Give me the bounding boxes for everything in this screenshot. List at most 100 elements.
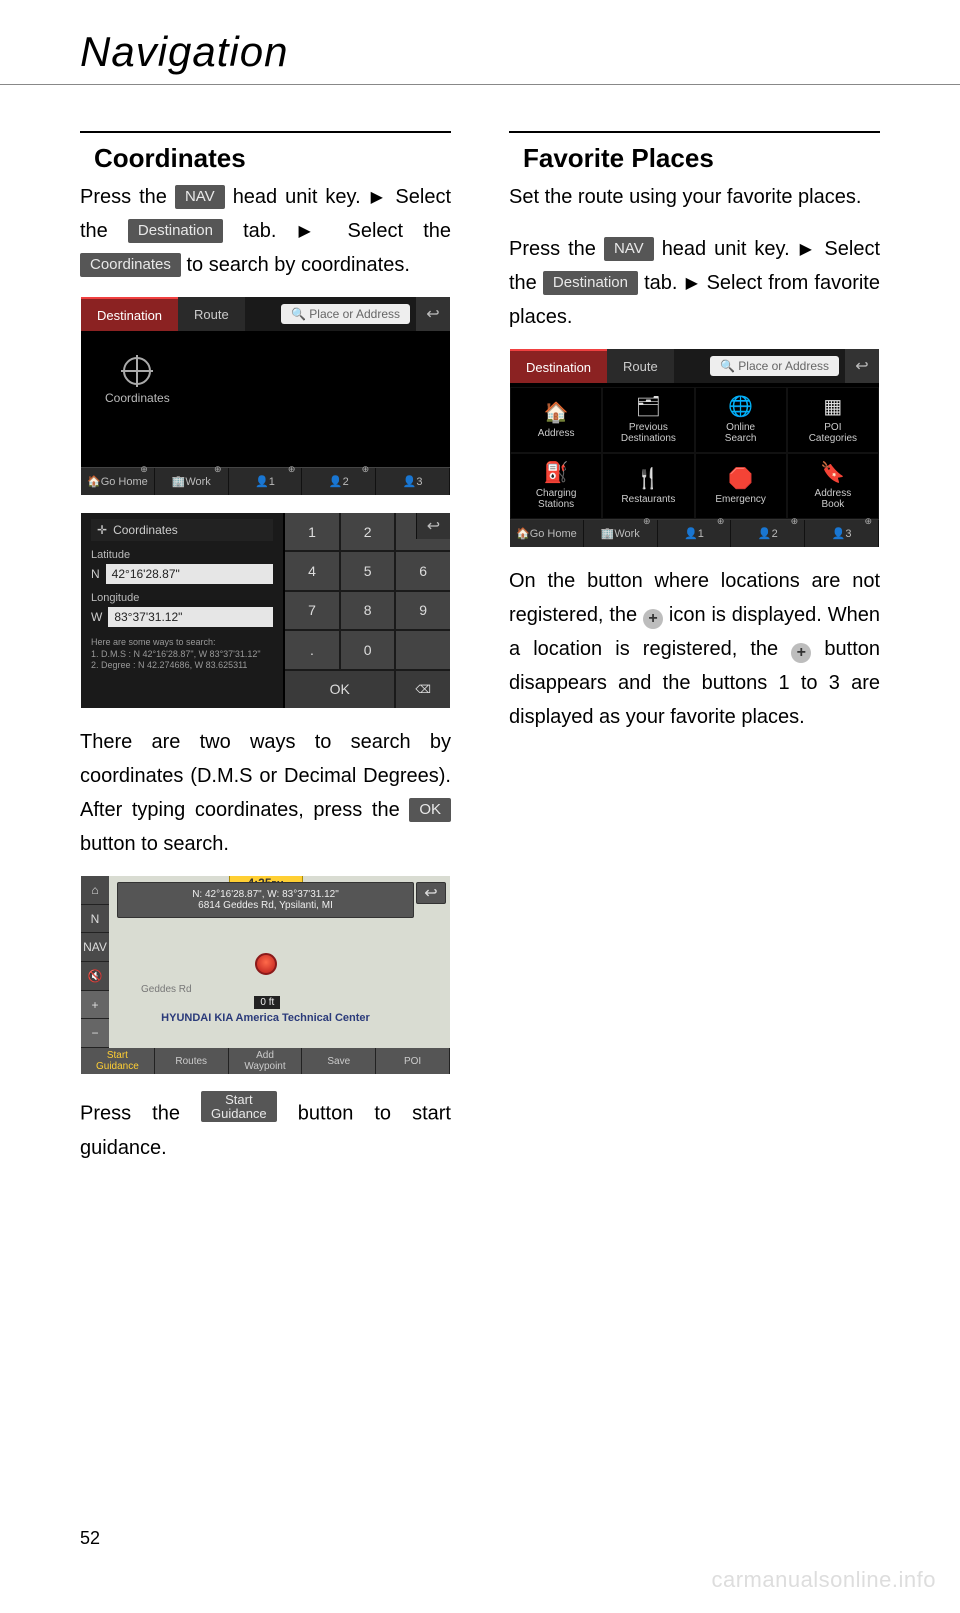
back-button[interactable]: ↩ (416, 882, 446, 904)
fuel-icon: ⛽ (544, 462, 569, 484)
map-bottom-bar: StartGuidance Routes AddWaypoint Save PO… (81, 1048, 450, 1074)
fav-slot-3[interactable]: 👤 3 (376, 468, 450, 495)
page-title: Navigation (0, 0, 960, 84)
fav-slot-1[interactable]: 👤 1⊕ (658, 520, 732, 547)
key-8[interactable]: 8 (341, 592, 395, 629)
destination-chip: Destination (543, 271, 638, 295)
coordinates-chip: Coordinates (80, 253, 181, 277)
right-column: Favorite Places Set the route using your… (509, 131, 880, 1165)
favorites-explain: On the button where locations are not re… (509, 564, 880, 734)
fav-go-home[interactable]: 🏠 Go Home⊕ (81, 468, 155, 495)
fav-work[interactable]: 🏢 Work⊕ (155, 468, 229, 495)
cutlery-icon: 🍴 (636, 468, 661, 490)
back-button[interactable]: ↩ (416, 513, 450, 539)
routes-button[interactable]: Routes (155, 1048, 229, 1074)
fav-slot-1[interactable]: 👤 1⊕ (229, 468, 303, 495)
latitude-input[interactable]: 42°16'28.87" (106, 564, 274, 584)
menu-previous-destinations[interactable]: 🗂 PreviousDestinations (602, 387, 694, 453)
fav-slot-2[interactable]: 👤 2⊕ (302, 468, 376, 495)
favorites-bar: 🏠 Go Home 🏢 Work⊕ 👤 1⊕ 👤 2⊕ 👤 3⊕ (510, 519, 879, 547)
ok-chip: OK (409, 798, 451, 822)
key-delete[interactable]: ⌫ (396, 671, 450, 708)
arrow-icon: ▶ (297, 223, 328, 240)
sb-nav-icon[interactable]: NAV (81, 933, 109, 962)
key-5[interactable]: 5 (341, 552, 395, 589)
coordinates-menu-item[interactable]: Coordinates (105, 357, 170, 405)
section-rule (509, 131, 880, 133)
road-label: Geddes Rd (141, 984, 192, 995)
favorites-intro: Set the route using your favorite places… (509, 180, 880, 214)
arrow-icon: ▶ (369, 189, 388, 206)
crosshair-icon (123, 357, 151, 385)
page-number: 52 (80, 1528, 100, 1549)
search-input[interactable]: 🔍 Place or Address (281, 304, 410, 324)
watermark: carmanualsonline.info (711, 1567, 936, 1593)
section-heading-favorites: Favorite Places (523, 143, 880, 174)
back-button[interactable]: ↩ (416, 297, 450, 331)
save-button[interactable]: Save (302, 1048, 376, 1074)
sb-mute-icon[interactable]: 🔇 (81, 962, 109, 991)
key-0[interactable]: 0 (341, 631, 395, 668)
key-2[interactable]: 2 (341, 513, 395, 550)
bookmark-icon: 🔖 (820, 462, 845, 484)
key-ok[interactable]: OK (285, 671, 394, 708)
favorites-steps: Press the NAV head unit key. ▶ Select th… (509, 232, 880, 334)
house-icon: 🏠 (544, 402, 569, 424)
key-9[interactable]: 9 (396, 592, 450, 629)
alert-icon: 🛑 (728, 468, 753, 490)
sb-north-icon[interactable]: N (81, 905, 109, 934)
back-button[interactable]: ↩ (845, 349, 879, 383)
key-6[interactable]: 6 (396, 552, 450, 589)
key-1[interactable]: 1 (285, 513, 339, 550)
address-bar: N: 42°16'28.87", W: 83°37'31.12" 6814 Ge… (117, 882, 414, 918)
nav-key-chip: NAV (175, 185, 225, 209)
plus-icon: + (643, 609, 663, 629)
destination-chip: Destination (128, 219, 223, 243)
key-blank (396, 631, 450, 668)
fav-go-home[interactable]: 🏠 Go Home (510, 520, 584, 547)
key-7[interactable]: 7 (285, 592, 339, 629)
fav-slot-2[interactable]: 👤 2⊕ (731, 520, 805, 547)
menu-poi-categories[interactable]: ▦ POICategories (787, 387, 879, 453)
map-pin-icon (255, 953, 277, 975)
tab-destination[interactable]: Destination (510, 349, 607, 383)
arrow-icon: ▶ (798, 241, 817, 258)
crosshair-small-icon: ✛ (97, 523, 107, 537)
coordinates-body-2: There are two ways to search by coordina… (80, 725, 451, 861)
screenshot-destination-grid: Destination Route 🔍 Place or Address ↩ 🏠… (509, 348, 880, 548)
tab-destination[interactable]: Destination (81, 297, 178, 331)
key-4[interactable]: 4 (285, 552, 339, 589)
folder-icon: 🗂 (636, 396, 661, 418)
longitude-label: Longitude (91, 592, 273, 604)
hint-text: Here are some ways to search: 1. D.M.S :… (91, 637, 273, 672)
key-dot[interactable]: . (285, 631, 339, 668)
menu-online-search[interactable]: 🌐 OnlineSearch (695, 387, 787, 453)
start-guidance-chip: StartGuidance (201, 1091, 277, 1122)
fav-slot-3[interactable]: 👤 3⊕ (805, 520, 879, 547)
menu-address-book[interactable]: 🔖 AddressBook (787, 453, 879, 519)
menu-charging-stations[interactable]: ⛽ ChargingStations (510, 453, 602, 519)
start-guidance-button[interactable]: StartGuidance (81, 1048, 155, 1074)
longitude-input[interactable]: 83°37'31.12" (108, 607, 273, 627)
search-input[interactable]: 🔍 Place or Address (710, 356, 839, 376)
arrow-icon: ▶ (684, 275, 701, 292)
coordinates-body-3: Press the StartGuidance button to start … (80, 1091, 451, 1165)
add-waypoint-button[interactable]: AddWaypoint (229, 1048, 303, 1074)
latitude-label: Latitude (91, 549, 273, 561)
plus-icon: + (791, 643, 811, 663)
place-label: HYUNDAI KIA America Technical Center (81, 1012, 450, 1024)
grid-icon: ▦ (823, 396, 842, 418)
menu-emergency[interactable]: 🛑 Emergency (695, 453, 787, 519)
fav-work[interactable]: 🏢 Work⊕ (584, 520, 658, 547)
tab-route[interactable]: Route (178, 297, 245, 331)
tab-bar: Destination Route 🔍 Place or Address ↩ (81, 297, 450, 331)
sb-home-icon[interactable]: ⌂ (81, 876, 109, 905)
nav-key-chip: NAV (604, 237, 654, 261)
menu-restaurants[interactable]: 🍴 Restaurants (602, 453, 694, 519)
tab-route[interactable]: Route (607, 349, 674, 383)
title-rule (0, 84, 960, 85)
poi-button[interactable]: POI (376, 1048, 450, 1074)
favorites-bar: 🏠 Go Home⊕ 🏢 Work⊕ 👤 1⊕ 👤 2⊕ 👤 3 (81, 467, 450, 495)
menu-address[interactable]: 🏠 Address (510, 387, 602, 453)
screenshot-map-result: ⌂ N NAV 🔇 + − 4:25PM N: 42°16'28.87", W:… (80, 875, 451, 1075)
